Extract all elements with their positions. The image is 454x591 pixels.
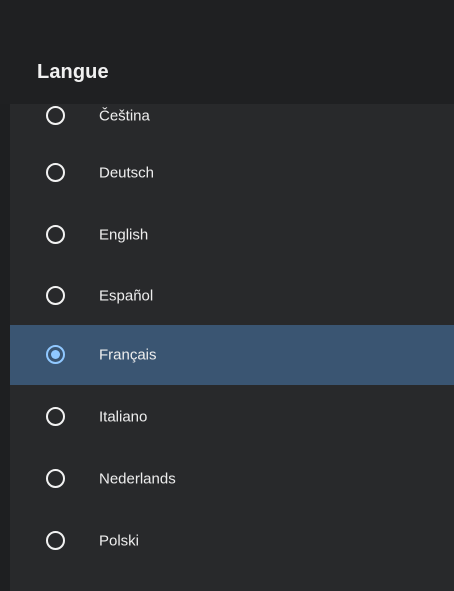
language-label: Čeština: [99, 107, 150, 125]
dialog-header: Langue: [0, 0, 454, 104]
radio-unchecked-icon[interactable]: [46, 469, 65, 488]
language-option-polski[interactable]: Polski: [10, 511, 454, 571]
language-option-francais[interactable]: Français: [10, 325, 454, 385]
language-option-deutsch[interactable]: Deutsch: [10, 143, 454, 203]
language-label: Français: [99, 346, 157, 364]
language-list[interactable]: Čeština Deutsch English Español Français…: [10, 86, 454, 591]
radio-unchecked-icon[interactable]: [46, 286, 65, 305]
radio-unchecked-icon[interactable]: [46, 163, 65, 182]
language-option-espanol[interactable]: Español: [10, 266, 454, 326]
language-option-nederlands[interactable]: Nederlands: [10, 449, 454, 509]
radio-unchecked-icon[interactable]: [46, 407, 65, 426]
language-option-italiano[interactable]: Italiano: [10, 387, 454, 447]
language-label: English: [99, 226, 149, 244]
language-option-english[interactable]: English: [10, 205, 454, 265]
radio-unchecked-icon[interactable]: [46, 531, 65, 550]
language-dialog: Čeština Deutsch English Español Français…: [0, 0, 454, 591]
language-label: Italiano: [99, 408, 148, 426]
radio-unchecked-icon[interactable]: [46, 106, 65, 125]
radio-unchecked-icon[interactable]: [46, 225, 65, 244]
dialog-title: Langue: [37, 61, 109, 83]
language-label: Español: [99, 287, 154, 305]
language-label: Polski: [99, 532, 140, 550]
language-label: Deutsch: [99, 164, 155, 182]
radio-checked-icon[interactable]: [46, 345, 65, 364]
language-label: Nederlands: [99, 470, 176, 488]
